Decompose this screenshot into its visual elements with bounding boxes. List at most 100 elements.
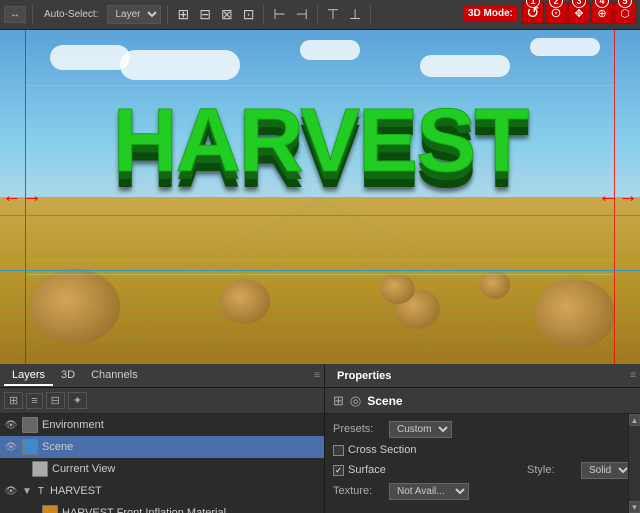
cross-section-checkbox[interactable]: [333, 445, 344, 456]
surface-label: Surface: [348, 464, 386, 476]
tab-channels[interactable]: Channels: [83, 366, 145, 386]
new-layer-btn[interactable]: ≡: [26, 393, 42, 409]
hay-bale-1: [30, 269, 120, 344]
layer-row-harvest-material[interactable]: HARVEST Front Inflation Material: [20, 502, 324, 513]
arrow-right: ←→: [598, 185, 638, 208]
arrow-left: ←→: [2, 185, 42, 208]
sep4: [317, 5, 318, 25]
right-panel-toolbar: ⊞ ◎ Scene: [325, 388, 640, 414]
cross-section-row[interactable]: Cross Section: [333, 440, 632, 460]
slide-3d-btn[interactable]: ⊕: [591, 2, 613, 24]
panel-menu-arrow[interactable]: ≡: [314, 370, 320, 381]
align-left-icon: ⊞: [177, 6, 189, 23]
prop-mesh-icon[interactable]: ◎: [350, 393, 361, 409]
sep5: [370, 5, 371, 25]
layer-select[interactable]: Layer: [107, 5, 161, 24]
cloud-5: [530, 38, 600, 56]
align-top-icon: ⊡: [243, 6, 255, 23]
surface-checkbox[interactable]: ✓: [333, 465, 344, 476]
new-group-btn[interactable]: ⊞: [4, 392, 23, 409]
pan-3d-btn[interactable]: ✥: [568, 2, 590, 24]
auto-select-label: Auto-Select:: [39, 7, 103, 22]
roll-3d-btn[interactable]: ⊙: [545, 2, 567, 24]
thumb-currentview: [32, 461, 48, 477]
distribute-h-btn[interactable]: ⊢: [270, 4, 288, 25]
align-right-icon: ⊠: [221, 6, 233, 23]
surface-row[interactable]: ✓ Surface Style: Solid: [333, 460, 632, 480]
move-tool-btn[interactable]: ↔: [4, 6, 26, 23]
toolbar: ↔ Auto-Select: Layer ⊞ ⊟ ⊠ ⊡ ⊢ ⊣ ⊤ ⊥ 3D …: [0, 0, 640, 30]
arrange-icon: ⊤: [327, 6, 339, 23]
type-icon-harvest: T: [38, 486, 44, 497]
thumb-scene: [22, 439, 38, 455]
presets-select[interactable]: Custom: [389, 421, 452, 438]
texture-label: Texture:: [333, 485, 383, 497]
layer-row-harvest[interactable]: 👁 ▼ T HARVEST: [0, 480, 324, 502]
visibility-harvest[interactable]: 👁: [4, 484, 18, 498]
layer-row-currentview[interactable]: Current View: [10, 458, 324, 480]
properties-tab-label[interactable]: Properties: [329, 367, 399, 385]
prop-scene-icon[interactable]: ⊞: [333, 393, 344, 409]
tab-layers[interactable]: Layers: [4, 366, 53, 386]
guide-h-bottom: [0, 270, 640, 271]
guide-h-mid: [0, 215, 640, 216]
distribute-h-icon: ⊢: [273, 6, 285, 23]
visibility-harvest-material[interactable]: [24, 506, 38, 513]
tab-3d[interactable]: 3D: [53, 366, 83, 386]
mode-3d-section: 3D Mode: ↺ ⊙ ✥ ⊕ ⬡ 1 2 3 4 5: [463, 2, 636, 24]
texture-row: Texture: Not Avail...: [333, 480, 632, 502]
cloud-4: [420, 55, 510, 77]
visibility-currentview[interactable]: [14, 462, 28, 476]
properties-body: Presets: Custom Cross Section ✓ Surface …: [325, 414, 640, 513]
fx-btn[interactable]: ✦: [68, 392, 87, 409]
align-top-btn[interactable]: ⊡: [240, 4, 258, 25]
scroll-up-arrow[interactable]: ▲: [629, 414, 640, 426]
thumb-harvest-material: [42, 505, 58, 513]
right-panel-scrollbar[interactable]: ▲ ▼: [628, 414, 640, 513]
move-icon: ↔: [10, 9, 20, 20]
distribute-v-icon: ⊣: [296, 6, 308, 23]
bounding-box-inner: [25, 105, 615, 260]
scroll-down-arrow[interactable]: ▼: [629, 501, 640, 513]
right-panel-tabs: Properties ≡: [325, 364, 640, 388]
left-panel-tabs: Layers 3D Channels ≡: [0, 364, 324, 388]
mode-3d-label: 3D Mode:: [463, 6, 518, 21]
align-center-icon: ⊟: [199, 6, 211, 23]
presets-row: Presets: Custom: [333, 418, 632, 440]
texture-select[interactable]: Not Avail...: [389, 483, 469, 500]
properties-menu-arrow[interactable]: ≡: [630, 370, 636, 381]
hay-bale-3: [220, 279, 270, 324]
visibility-environment[interactable]: 👁: [4, 418, 18, 432]
hay-bale-6: [480, 271, 510, 299]
left-panel-toolbar: ⊞ ≡ ⊟ ✦: [0, 388, 324, 414]
scene-section-label: Scene: [367, 394, 402, 408]
canvas-area[interactable]: HARVEST ←→ ←→: [0, 30, 640, 364]
link-btn[interactable]: ⊟: [46, 392, 65, 409]
rotate-3d-btn[interactable]: ↺: [522, 2, 544, 24]
label-environment: Environment: [42, 419, 104, 431]
align-right-btn[interactable]: ⊠: [218, 4, 236, 25]
sep2: [167, 5, 168, 25]
style-label: Style:: [527, 464, 577, 476]
arrange-btn[interactable]: ⊤: [324, 4, 342, 25]
expand-harvest[interactable]: ▼: [22, 486, 32, 497]
hay-bale-5: [380, 274, 415, 304]
cloud-3: [300, 40, 360, 60]
layer-row-scene[interactable]: 👁 Scene: [0, 436, 324, 458]
cloud-2: [120, 50, 240, 80]
thumb-environment: [22, 417, 38, 433]
left-panel: Layers 3D Channels ≡ ⊞ ≡ ⊟ ✦ 👁 Environme…: [0, 364, 325, 513]
arrange2-btn[interactable]: ⊥: [346, 4, 364, 25]
scale-3d-btn[interactable]: ⬡: [614, 2, 636, 24]
hay-bale-2: [535, 279, 615, 349]
align-left-btn[interactable]: ⊞: [174, 4, 192, 25]
distribute-v-btn[interactable]: ⊣: [293, 4, 311, 25]
bottom-panel: Layers 3D Channels ≡ ⊞ ≡ ⊟ ✦ 👁 Environme…: [0, 364, 640, 513]
layer-row-environment[interactable]: 👁 Environment: [0, 414, 324, 436]
right-panel: Properties ≡ ⊞ ◎ Scene Presets: Custom C…: [325, 364, 640, 513]
cloud-1: [50, 45, 130, 70]
align-center-btn[interactable]: ⊟: [196, 4, 214, 25]
arrange2-icon: ⊥: [349, 6, 361, 23]
visibility-scene[interactable]: 👁: [4, 440, 18, 454]
style-select[interactable]: Solid: [581, 462, 632, 479]
